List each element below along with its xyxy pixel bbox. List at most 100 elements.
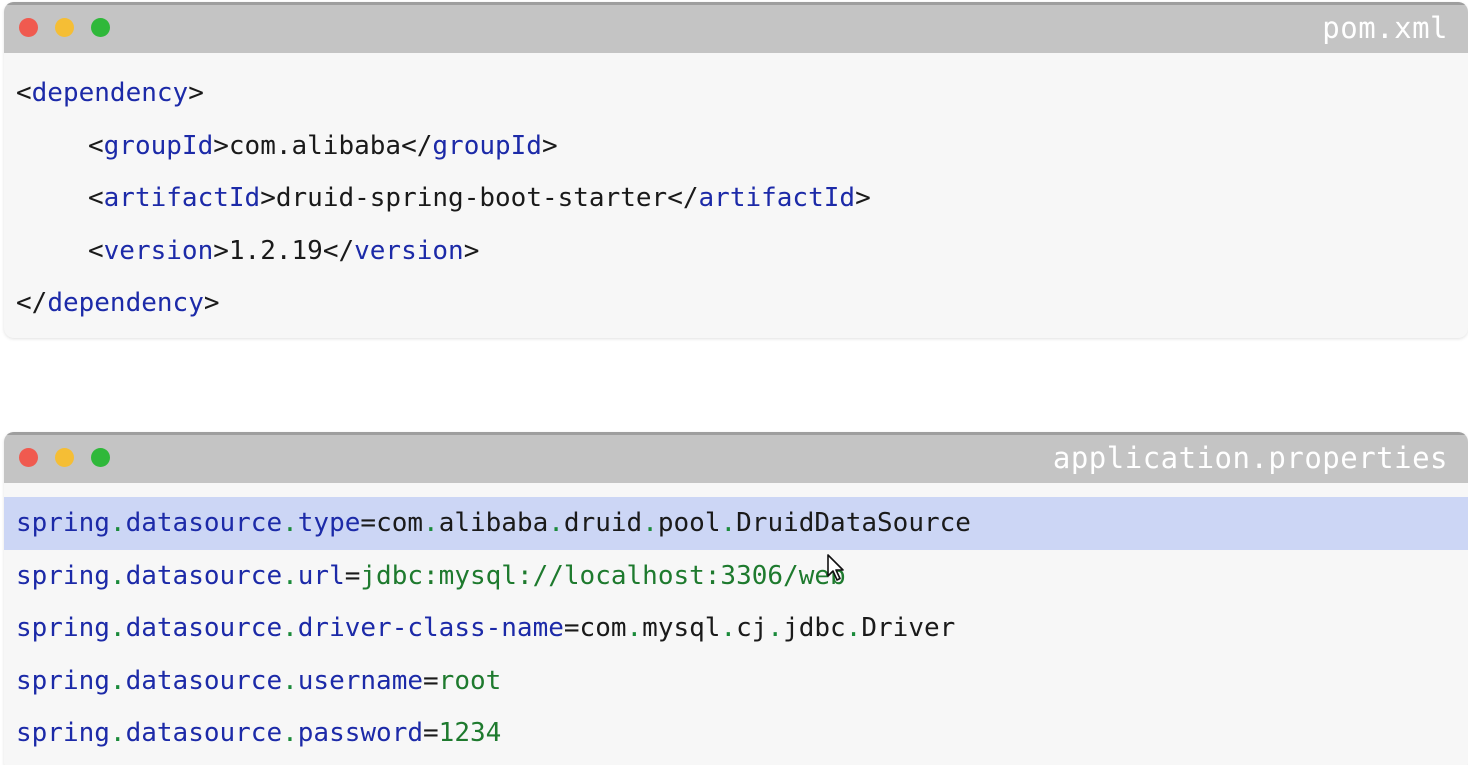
- code-token-key: spring: [16, 613, 110, 643]
- code-token-name: dependency: [31, 78, 189, 108]
- close-window-button[interactable]: [19, 448, 38, 467]
- code-token-key: spring: [16, 665, 110, 696]
- code-token-tag: </: [322, 235, 355, 266]
- code-token-dot: .: [282, 613, 298, 643]
- code-token-val: jdbc: [783, 613, 846, 643]
- code-token-tag: </: [667, 183, 699, 213]
- window-title: application.properties: [1052, 441, 1448, 475]
- code-token-tag: >: [203, 288, 220, 318]
- code-token-dot: .: [626, 613, 643, 643]
- code-token-tag: >: [213, 235, 229, 266]
- code-token-name: artifactId: [698, 183, 856, 213]
- code-token-eq: =: [344, 560, 361, 591]
- code-token-dot: .: [109, 560, 126, 591]
- code-line[interactable]: </dependency>: [4, 277, 1468, 330]
- code-line[interactable]: <artifactId>druid-spring-boot-starter</a…: [4, 172, 1468, 225]
- code-token-dot: .: [282, 508, 298, 538]
- code-token-val: mysql: [642, 613, 721, 643]
- code-token-dot: .: [767, 613, 784, 643]
- code-editor[interactable]: <dependency> <groupId>com.alibaba</groupI…: [4, 53, 1468, 330]
- code-token-text: com.alibaba: [228, 130, 402, 161]
- code-token-dot: .: [423, 508, 439, 538]
- code-token-key: spring: [16, 718, 110, 748]
- code-token-val: com: [376, 508, 424, 538]
- code-token-name: artifactId: [103, 183, 261, 213]
- code-token-dot: .: [548, 508, 564, 538]
- code-token-key: datasource: [125, 508, 283, 538]
- code-token-tag: >: [260, 183, 276, 213]
- code-line[interactable]: spring.datasource.username=root: [4, 655, 1468, 708]
- code-token-green: jdbc:mysql://localhost:3306/web: [360, 560, 846, 591]
- code-token-val: DruidDataSource: [736, 508, 971, 538]
- application-properties-window: application.properties spring.datasource…: [4, 432, 1468, 765]
- code-token-green: 1234: [438, 718, 502, 748]
- code-token-key: datasource: [125, 560, 283, 591]
- code-token-text: druid-spring-boot-starter: [275, 183, 668, 213]
- code-token-val: druid: [563, 508, 643, 538]
- code-token-dot: .: [720, 508, 737, 538]
- code-token-text: 1.2.19: [228, 235, 323, 266]
- code-line[interactable]: <version>1.2.19</version>: [4, 225, 1468, 278]
- window-titlebar: application.properties: [4, 432, 1468, 483]
- code-token-tag: >: [541, 130, 558, 161]
- code-token-dot: .: [109, 613, 126, 643]
- code-token-name: groupId: [432, 130, 542, 161]
- code-line[interactable]: spring.datasource.url=jdbc:mysql://local…: [4, 550, 1468, 603]
- code-token-name: version: [354, 235, 464, 266]
- pom-xml-window: pom.xml <dependency> <groupId>com.alibaba…: [4, 2, 1468, 338]
- code-token-eq: =: [423, 665, 439, 696]
- code-token-eq: =: [360, 508, 377, 538]
- code-token-tag: >: [213, 130, 229, 161]
- code-token-tag: <: [88, 235, 104, 266]
- code-token-dot: .: [109, 718, 126, 748]
- code-token-tag: </: [401, 130, 433, 161]
- code-token-key: driver-class-name: [297, 613, 564, 643]
- minimize-window-button[interactable]: [55, 18, 74, 37]
- code-token-key: spring: [16, 560, 110, 591]
- code-token-val: Driver: [861, 613, 956, 643]
- code-token-dot: .: [282, 718, 298, 748]
- code-token-key: type: [297, 508, 361, 538]
- code-token-key: datasource: [125, 718, 283, 748]
- code-token-eq: =: [563, 613, 580, 643]
- code-token-dot: .: [109, 508, 126, 538]
- code-token-tag: >: [855, 183, 871, 213]
- close-window-button[interactable]: [19, 18, 38, 37]
- mouse-pointer-icon: [827, 554, 844, 581]
- code-token-key: username: [297, 665, 424, 696]
- maximize-window-button[interactable]: [91, 448, 110, 467]
- minimize-window-button[interactable]: [55, 448, 74, 467]
- code-token-name: dependency: [47, 288, 204, 318]
- code-token-tag: </: [16, 288, 48, 318]
- code-editor[interactable]: spring.datasource.type=com.alibaba.druid…: [4, 483, 1468, 760]
- code-line[interactable]: <groupId>com.alibaba</groupId>: [4, 120, 1468, 173]
- code-token-tag: >: [463, 235, 480, 266]
- code-token-tag: <: [88, 130, 104, 161]
- code-token-green: root: [438, 665, 502, 696]
- code-token-val: cj: [736, 613, 768, 643]
- code-token-val: com: [579, 613, 627, 643]
- code-token-dot: .: [282, 665, 298, 696]
- code-token-name: version: [103, 235, 214, 266]
- code-token-tag: <: [88, 183, 104, 213]
- code-token-key: spring: [16, 508, 110, 538]
- code-token-val: pool: [657, 508, 721, 538]
- code-token-dot: .: [109, 665, 126, 696]
- code-token-tag: <: [16, 78, 32, 108]
- maximize-window-button[interactable]: [91, 18, 110, 37]
- code-token-key: datasource: [125, 613, 283, 643]
- code-line[interactable]: spring.datasource.driver-class-name=com.…: [4, 602, 1468, 655]
- window-titlebar: pom.xml: [4, 2, 1468, 53]
- window-title: pom.xml: [1322, 11, 1448, 45]
- code-token-key: datasource: [125, 665, 283, 696]
- code-line[interactable]: spring.datasource.password=1234: [4, 707, 1468, 760]
- code-token-key: password: [297, 718, 424, 748]
- code-line[interactable]: <dependency>: [4, 67, 1468, 120]
- code-token-dot: .: [845, 613, 862, 643]
- code-token-name: groupId: [103, 130, 214, 161]
- code-token-val: alibaba: [438, 508, 549, 538]
- code-token-dot: .: [282, 560, 298, 591]
- code-token-tag: >: [188, 78, 204, 108]
- code-line-highlighted[interactable]: spring.datasource.type=com.alibaba.druid…: [4, 497, 1468, 550]
- code-token-dot: .: [720, 613, 737, 643]
